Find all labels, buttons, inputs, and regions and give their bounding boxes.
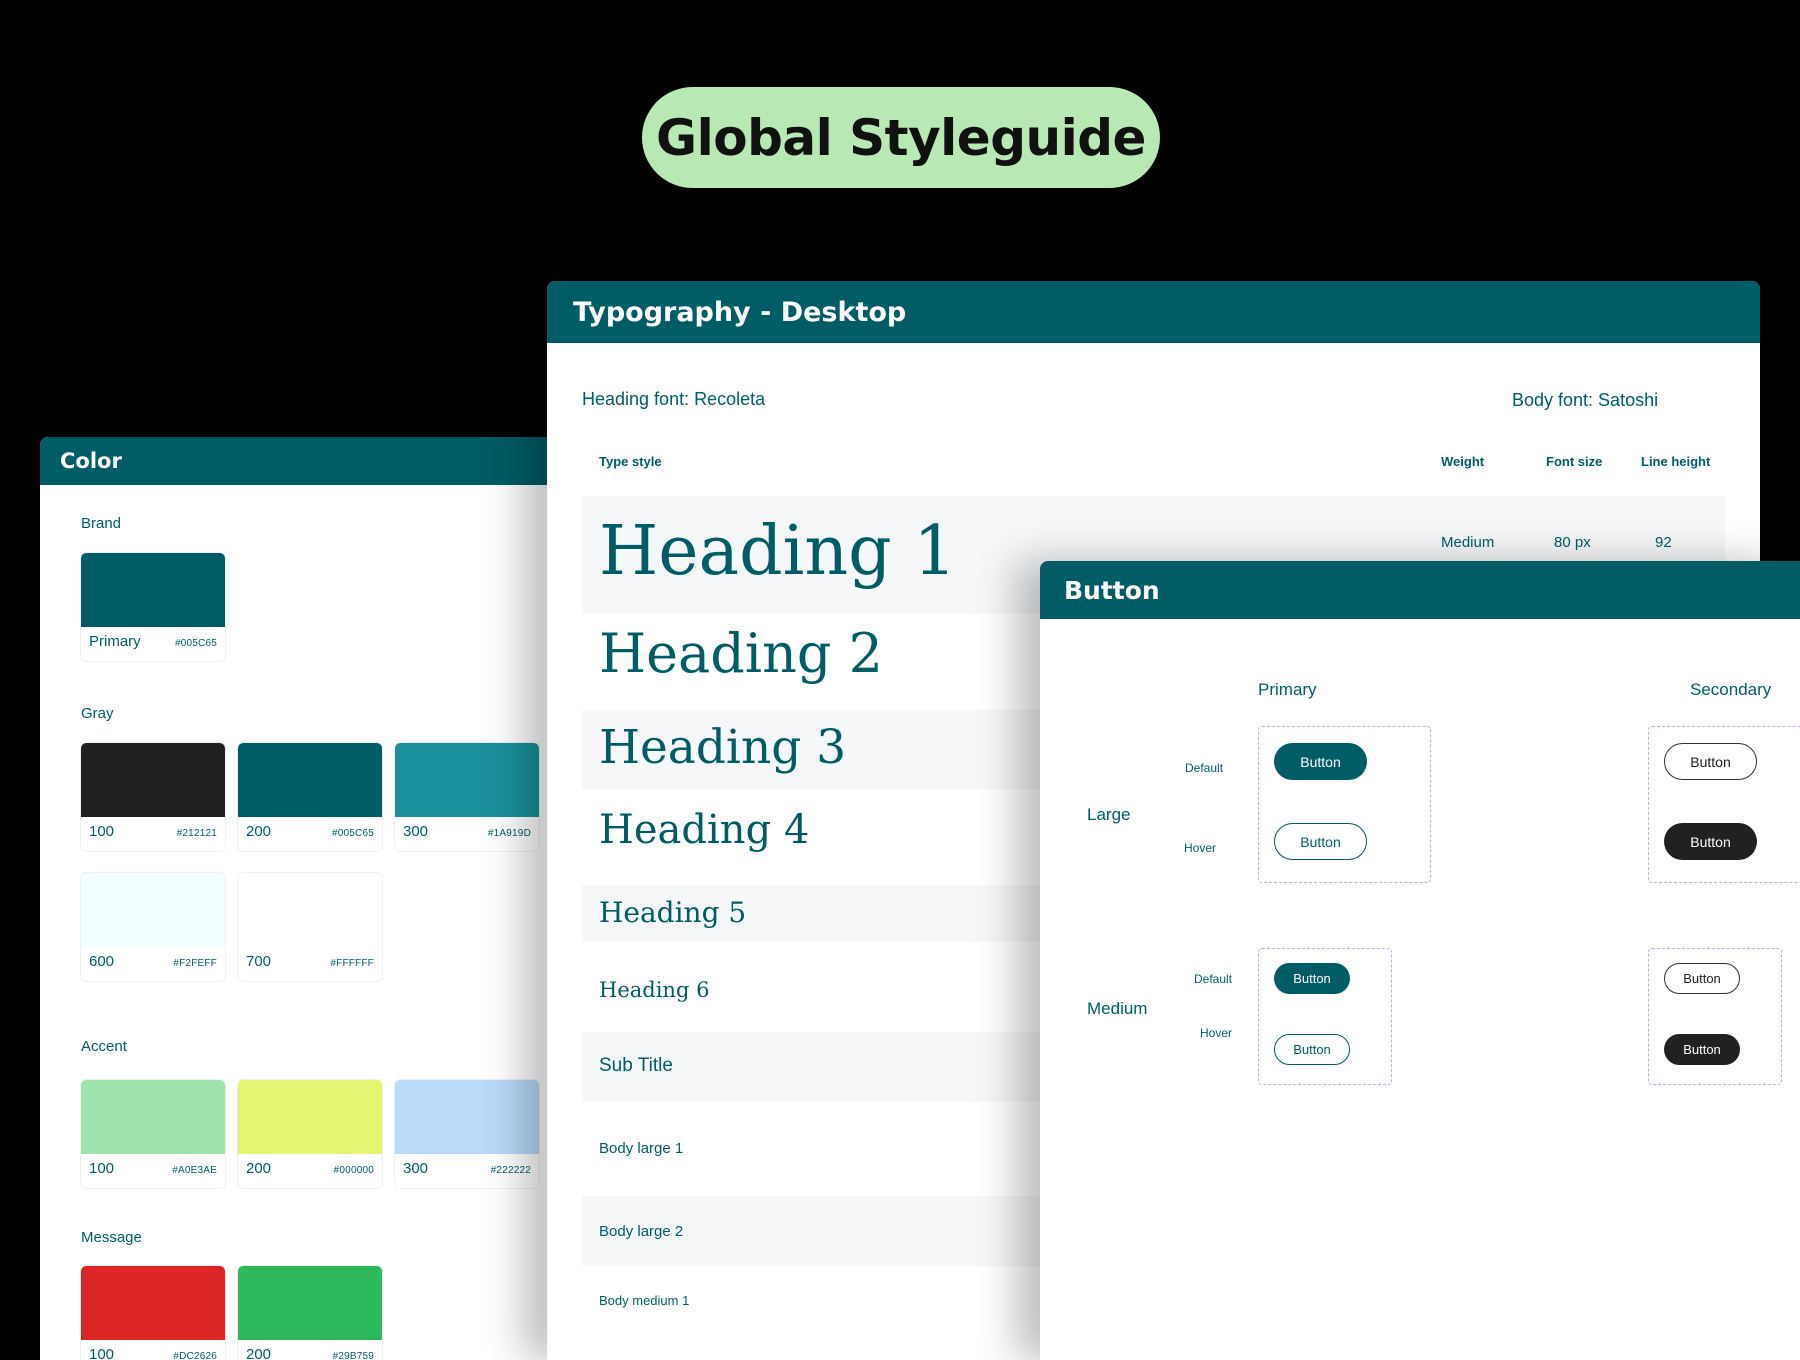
swatch-chip <box>81 1080 225 1154</box>
heading-1-font-size: 80 px <box>1554 534 1591 551</box>
swatch-name: 300 <box>403 1160 429 1177</box>
message-section-label: Message <box>81 1229 142 1246</box>
swatch-name: 200 <box>246 1160 272 1177</box>
primary-column-label: Primary <box>1258 680 1317 699</box>
heading-3-sample: Heading 3 <box>599 720 847 775</box>
secondary-medium-default-button[interactable]: Button <box>1664 963 1740 994</box>
swatch-chip <box>395 743 539 817</box>
col-font-size: Font size <box>1546 454 1603 469</box>
swatch-hex: #FFFFFF <box>330 958 374 969</box>
swatch-chip <box>238 873 382 947</box>
swatch-name: 600 <box>89 953 115 970</box>
swatch-name: 200 <box>246 1346 272 1360</box>
swatch-message-200[interactable]: 200 #29B759 <box>238 1266 382 1360</box>
swatch-brand-primary[interactable]: Primary #005C65 <box>81 553 225 661</box>
heading-1-sample: Heading 1 <box>599 512 957 591</box>
swatch-name: 700 <box>246 953 272 970</box>
swatch-name: 100 <box>89 823 115 840</box>
swatch-name: 100 <box>89 1346 115 1360</box>
medium-default-label: Default <box>1194 972 1233 986</box>
button-panel-header: Button <box>1040 561 1800 619</box>
body-medium-1-sample: Body medium 1 <box>599 1293 690 1308</box>
primary-large-hover-button[interactable]: Button <box>1274 823 1367 860</box>
swatch-hex: #F2FEFF <box>173 958 217 969</box>
primary-medium-default-button[interactable]: Button <box>1274 963 1350 994</box>
swatch-accent-200[interactable]: 200 #000000 <box>238 1080 382 1188</box>
swatch-name: 200 <box>246 823 272 840</box>
body-large-1-sample: Body large 1 <box>599 1140 684 1157</box>
heading-font-label: Heading font: Recoleta <box>582 389 766 409</box>
swatch-hex: #212121 <box>176 828 217 839</box>
body-large-2-sample: Body large 2 <box>599 1223 684 1240</box>
secondary-large-default-button[interactable]: Button <box>1664 743 1757 780</box>
swatch-gray-700[interactable]: 700 #FFFFFF <box>238 873 382 981</box>
swatch-chip <box>81 873 225 947</box>
swatch-chip <box>81 743 225 817</box>
col-line-height: Line height <box>1641 454 1711 469</box>
swatch-hex: #29B759 <box>332 1351 374 1360</box>
medium-hover-label: Hover <box>1200 1026 1233 1040</box>
swatch-hex: #1A919D <box>487 828 531 839</box>
swatch-chip <box>81 553 225 627</box>
swatch-gray-300[interactable]: 300 #1A919D <box>395 743 539 851</box>
heading-6-sample: Heading 6 <box>599 978 710 1002</box>
sub-title-sample: Sub Title <box>599 1055 673 1076</box>
large-size-label: Large <box>1087 805 1131 824</box>
swatch-name: 100 <box>89 1160 115 1177</box>
medium-size-label: Medium <box>1087 999 1148 1018</box>
swatch-gray-600[interactable]: 600 #F2FEFF <box>81 873 225 981</box>
swatch-chip <box>238 1080 382 1154</box>
large-default-label: Default <box>1185 761 1224 775</box>
accent-section-label: Accent <box>81 1038 127 1055</box>
swatch-hex: #A0E3AE <box>172 1165 217 1176</box>
swatch-chip <box>238 743 382 817</box>
button-panel: Button Primary Secondary Large Default H… <box>1040 561 1800 1360</box>
body-font-label: Body font: Satoshi <box>1512 390 1659 410</box>
large-hover-label: Hover <box>1184 841 1217 855</box>
heading-4-sample: Heading 4 <box>599 807 810 853</box>
heading-1-weight: Medium <box>1441 534 1495 551</box>
swatch-chip <box>395 1080 539 1154</box>
page-title: Global Styleguide <box>656 108 1146 167</box>
swatch-name: 300 <box>403 823 429 840</box>
swatch-hex: #005C65 <box>175 638 217 649</box>
secondary-large-hover-button[interactable]: Button <box>1664 823 1757 860</box>
swatch-name: Primary <box>89 633 141 650</box>
col-type-style: Type style <box>599 454 662 469</box>
swatch-accent-300[interactable]: 300 #222222 <box>395 1080 539 1188</box>
color-panel-header: Color <box>40 437 560 485</box>
swatch-gray-200[interactable]: 200 #005C65 <box>238 743 382 851</box>
swatch-message-100[interactable]: 100 #DC2626 <box>81 1266 225 1360</box>
swatch-hex: #222222 <box>490 1165 531 1176</box>
typography-panel-header: Typography - Desktop <box>547 281 1760 343</box>
swatch-chip <box>238 1266 382 1340</box>
brand-section-label: Brand <box>81 515 122 532</box>
primary-large-default-button[interactable]: Button <box>1274 743 1367 780</box>
primary-medium-hover-button[interactable]: Button <box>1274 1034 1350 1065</box>
swatch-chip <box>81 1266 225 1340</box>
styleguide-title-pill: Global Styleguide <box>642 87 1160 188</box>
col-weight: Weight <box>1441 454 1485 469</box>
swatch-accent-100[interactable]: 100 #A0E3AE <box>81 1080 225 1188</box>
heading-1-line-height: 92 <box>1655 534 1672 551</box>
swatch-hex: #DC2626 <box>173 1351 217 1360</box>
gray-section-label: Gray <box>81 705 114 722</box>
swatch-gray-100[interactable]: 100 #212121 <box>81 743 225 851</box>
secondary-medium-hover-button[interactable]: Button <box>1664 1034 1740 1065</box>
secondary-column-label: Secondary <box>1690 680 1772 699</box>
swatch-hex: #005C65 <box>332 828 374 839</box>
heading-5-sample: Heading 5 <box>599 896 747 929</box>
swatch-hex: #000000 <box>333 1165 374 1176</box>
heading-2-sample: Heading 2 <box>599 622 883 685</box>
color-panel: Color Brand Primary #005C65 Gray 100 #21… <box>40 437 560 1360</box>
